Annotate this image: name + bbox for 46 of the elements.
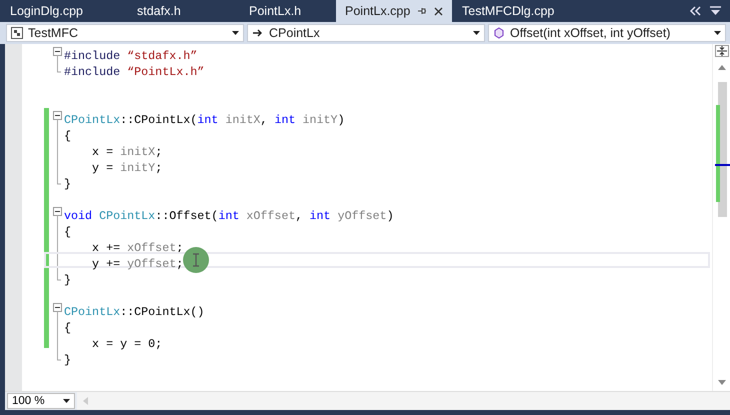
code-line: x = y = 0; bbox=[91, 337, 162, 351]
collapse-icon[interactable] bbox=[53, 108, 62, 124]
navigation-dropdown[interactable]: Offset(int xOffset, int yOffset) bbox=[488, 24, 726, 42]
scroll-down-icon[interactable] bbox=[718, 380, 726, 385]
code-line: void CPointLx::Offset(int xOffset, int yOffset) bbox=[64, 209, 394, 223]
code-line: } bbox=[64, 273, 72, 287]
vertical-scrollbar[interactable] bbox=[712, 44, 730, 391]
editor-tab[interactable]: PointLx.h bbox=[224, 0, 336, 22]
project-icon bbox=[11, 27, 23, 39]
code-line: x = initX; bbox=[91, 145, 162, 159]
close-icon[interactable] bbox=[434, 6, 444, 16]
navigation-dropdown[interactable]: TestMFC bbox=[6, 24, 244, 42]
code-line: #include “stdafx.h” bbox=[64, 49, 198, 63]
arrow-right-icon bbox=[252, 27, 264, 39]
code-line: y = initY; bbox=[91, 161, 162, 175]
code-line: { bbox=[64, 225, 72, 239]
navigation-dropdown[interactable]: CPointLx bbox=[247, 24, 485, 42]
code-line: CPointLx::CPointLx() bbox=[64, 305, 204, 319]
editor-tab[interactable]: LoginDlg.cpp bbox=[0, 0, 112, 22]
dropdown-arrow-icon bbox=[232, 31, 239, 35]
code-line: CPointLx::CPointLx(int initX, int initY) bbox=[64, 113, 345, 127]
collapse-icon[interactable] bbox=[53, 300, 62, 316]
text-cursor-icon bbox=[192, 253, 200, 267]
caret-marker bbox=[715, 164, 730, 166]
collapse-icon[interactable] bbox=[53, 204, 62, 220]
scroll-up-icon[interactable] bbox=[718, 65, 726, 70]
zoom-dropdown[interactable]: 100 % bbox=[7, 393, 75, 409]
code-line: { bbox=[64, 321, 72, 335]
code-line: } bbox=[64, 177, 72, 191]
code-line: #include “PointLx.h” bbox=[64, 65, 204, 79]
pin-icon[interactable] bbox=[417, 6, 428, 16]
cube-icon bbox=[493, 27, 505, 39]
chevrons-left-icon[interactable] bbox=[689, 6, 701, 16]
horizontal-scrollbar[interactable] bbox=[77, 392, 730, 410]
editor-tab[interactable]: TestMFCDlg.cpp bbox=[452, 0, 564, 22]
dropdown-arrow-icon bbox=[714, 31, 721, 35]
editor-tab[interactable]: stdafx.h bbox=[112, 0, 224, 22]
split-icon[interactable] bbox=[714, 45, 728, 57]
collapse-icon[interactable] bbox=[53, 44, 62, 60]
dropdown-arrow-icon bbox=[473, 31, 480, 35]
code-line: y += yOffset; bbox=[91, 257, 184, 271]
dropdown-menu-icon[interactable] bbox=[710, 6, 721, 16]
editor-tab[interactable]: PointLx.cpp bbox=[336, 0, 452, 22]
dropdown-arrow-icon bbox=[63, 399, 70, 403]
code-line: } bbox=[64, 353, 72, 367]
code-line: { bbox=[64, 129, 72, 143]
